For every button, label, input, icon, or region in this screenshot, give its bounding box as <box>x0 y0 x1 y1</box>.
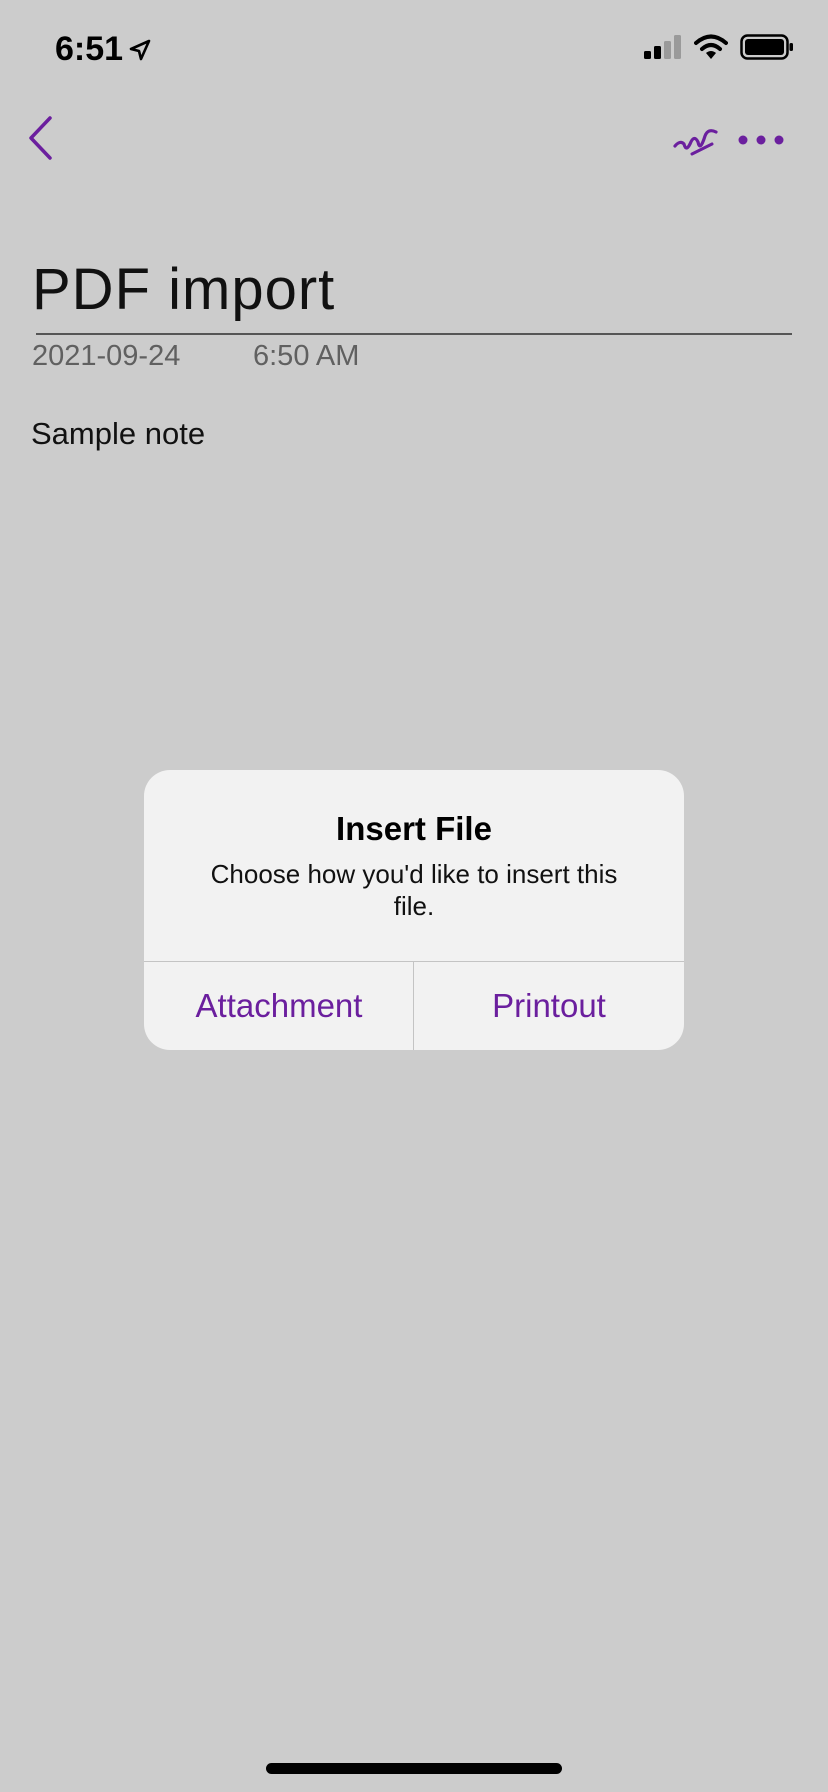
status-time-label: 6:51 <box>55 30 124 68</box>
note-date: 2021-09-24 <box>32 340 181 372</box>
insert-file-dialog: Insert File Choose how you'd like to ins… <box>144 770 684 1050</box>
back-button[interactable] <box>26 114 56 162</box>
ink-pen-button[interactable] <box>672 120 720 160</box>
signal-bars-icon <box>644 35 681 59</box>
battery-icon <box>740 34 793 60</box>
title-divider <box>36 333 792 335</box>
more-dots-icon <box>738 135 784 145</box>
note-time: 6:50 AM <box>253 340 360 372</box>
printout-button[interactable]: Printout <box>414 962 684 1050</box>
wifi-icon <box>694 34 728 59</box>
ink-pen-icon <box>673 129 718 156</box>
chevron-left-icon <box>29 116 52 160</box>
location-arrow-icon <box>129 39 151 60</box>
more-options-button[interactable] <box>736 122 786 158</box>
attachment-button[interactable]: Attachment <box>144 962 414 1050</box>
screen: 6:51 PDF import 2021-09-24 6:50 AM Sampl… <box>0 0 828 1792</box>
dialog-title: Insert File <box>336 810 492 847</box>
note-title[interactable]: PDF import <box>32 256 335 323</box>
status-indicators <box>644 34 794 60</box>
note-body-text[interactable]: Sample note <box>31 416 205 452</box>
status-time: 6:51 <box>55 30 151 69</box>
home-indicator[interactable] <box>266 1763 562 1774</box>
dialog-message: Choose how you'd like to insert this fil… <box>210 859 618 921</box>
